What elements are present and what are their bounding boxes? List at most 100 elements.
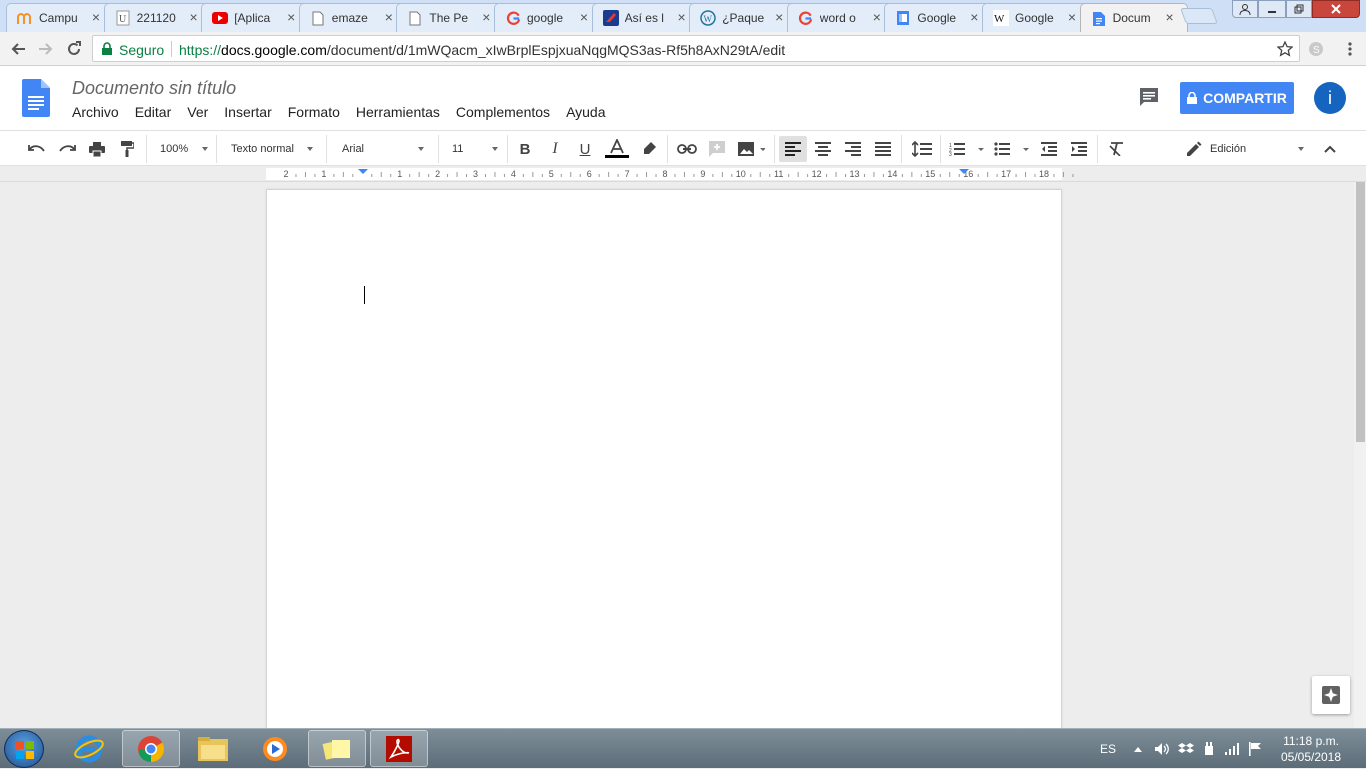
menu-editar[interactable]: Editar <box>135 104 172 120</box>
share-button[interactable]: COMPARTIR <box>1180 82 1294 114</box>
align-right-button[interactable] <box>842 136 864 162</box>
collapse-menus-button[interactable] <box>1320 136 1340 162</box>
comments-icon[interactable] <box>1138 86 1160 108</box>
browser-tab[interactable]: emaze × <box>298 3 407 32</box>
text-color-button[interactable] <box>605 136 629 162</box>
toolbar-separator <box>216 135 217 163</box>
menu-herramientas[interactable]: Herramientas <box>356 104 440 120</box>
action-center-flag-icon[interactable] <box>1248 742 1262 756</box>
browser-tab[interactable]: google × <box>494 3 602 32</box>
close-tab-icon[interactable]: × <box>967 10 981 24</box>
zoom-select[interactable]: 100% <box>160 136 208 162</box>
align-center-button[interactable] <box>812 136 834 162</box>
close-tab-icon[interactable]: × <box>870 10 884 24</box>
editing-mode-select[interactable]: Edición <box>1186 136 1304 162</box>
browser-tab[interactable]: [Aplica × <box>201 3 310 32</box>
account-avatar[interactable]: i <box>1314 82 1346 114</box>
browser-tab[interactable]: Campu × <box>6 3 114 32</box>
numbered-list-button[interactable]: 123 <box>948 136 986 162</box>
google-docs-logo-icon[interactable] <box>22 79 50 117</box>
close-window-button[interactable] <box>1312 0 1360 18</box>
new-tab-button[interactable] <box>1180 8 1218 24</box>
reload-icon <box>68 41 81 55</box>
chrome-menu-button[interactable] <box>1338 37 1362 61</box>
print-button[interactable] <box>86 136 108 162</box>
browser-tab[interactable]: W ¿Paque × <box>689 3 798 32</box>
taskbar-file-explorer[interactable] <box>184 730 242 767</box>
font-size-select[interactable]: 11 <box>452 136 498 162</box>
close-tab-icon[interactable]: × <box>479 10 493 24</box>
browser-tab[interactable]: Docum × <box>1079 3 1188 33</box>
insert-link-button[interactable] <box>676 136 698 162</box>
insert-image-button[interactable] <box>734 136 768 162</box>
close-tab-icon[interactable]: × <box>284 10 298 24</box>
ruler-tick <box>1034 174 1036 177</box>
italic-button[interactable]: I <box>545 136 565 162</box>
taskbar-internet-explorer[interactable] <box>60 730 118 767</box>
menu-archivo[interactable]: Archivo <box>72 104 119 120</box>
taskbar-sticky-notes[interactable] <box>308 730 366 767</box>
maximize-button[interactable] <box>1286 0 1312 18</box>
close-tab-icon[interactable]: × <box>89 10 103 24</box>
dropbox-icon[interactable] <box>1178 742 1195 756</box>
paint-format-button[interactable] <box>116 136 138 162</box>
highlight-color-button[interactable] <box>639 136 659 162</box>
close-tab-icon[interactable]: × <box>577 10 591 24</box>
clear-formatting-button[interactable] <box>1106 136 1128 162</box>
taskbar-media-player[interactable] <box>246 730 304 767</box>
document-title[interactable]: Documento sin título <box>72 78 236 99</box>
increase-indent-button[interactable] <box>1068 136 1090 162</box>
minimize-button[interactable] <box>1258 0 1286 18</box>
menu-complementos[interactable]: Complementos <box>456 104 550 120</box>
underline-button[interactable]: U <box>575 136 595 162</box>
menu-formato[interactable]: Formato <box>288 104 340 120</box>
scrollbar-thumb[interactable] <box>1356 182 1365 442</box>
volume-icon[interactable] <box>1154 742 1170 756</box>
redo-button[interactable] <box>56 136 78 162</box>
address-bar[interactable]: Seguro https://docs.google.com/document/… <box>92 35 1300 62</box>
align-left-button[interactable] <box>779 136 807 162</box>
close-tab-icon[interactable]: × <box>772 10 786 24</box>
decrease-indent-button[interactable] <box>1038 136 1060 162</box>
browser-tab[interactable]: U 221120 × <box>103 3 212 32</box>
power-plug-icon[interactable] <box>1202 742 1216 756</box>
justify-button[interactable] <box>872 136 894 162</box>
taskbar-acrobat-reader[interactable] <box>370 730 428 767</box>
user-profile-button[interactable] <box>1232 0 1258 18</box>
back-button[interactable] <box>6 37 30 61</box>
bulleted-list-button[interactable] <box>993 136 1031 162</box>
forward-button[interactable] <box>34 37 58 61</box>
language-indicator[interactable]: ES <box>1100 742 1116 756</box>
close-tab-icon[interactable]: × <box>1065 10 1079 24</box>
line-spacing-button[interactable] <box>910 136 934 162</box>
browser-tab[interactable]: Así es l × <box>591 3 700 32</box>
undo-button[interactable] <box>26 136 48 162</box>
skype-extension-button[interactable]: S <box>1304 37 1328 61</box>
menu-ver[interactable]: Ver <box>187 104 208 120</box>
browser-tab[interactable]: Google × <box>884 3 993 32</box>
reload-button[interactable] <box>62 37 86 61</box>
browser-tab[interactable]: The Pe × <box>396 3 505 32</box>
show-hidden-icons-icon[interactable] <box>1134 746 1143 752</box>
close-tab-icon[interactable]: × <box>382 10 396 24</box>
bookmark-star-icon[interactable] <box>1277 41 1293 57</box>
insert-comment-button[interactable] <box>706 136 728 162</box>
paragraph-style-select[interactable]: Texto normal <box>231 136 313 162</box>
browser-tab[interactable]: word o × <box>786 3 895 32</box>
system-clock[interactable]: 11:18 p.m. 05/05/2018 <box>1276 733 1346 765</box>
taskbar-chrome[interactable] <box>122 730 180 767</box>
ruler[interactable]: 2 1 1 2 3 4 5 6 7 8 9 10 11 12 13 14 15 16 17 18 <box>0 166 1366 182</box>
browser-tab[interactable]: W Google × <box>982 3 1090 32</box>
close-tab-icon[interactable]: × <box>187 10 201 24</box>
document-page[interactable] <box>266 189 1062 729</box>
start-button[interactable] <box>4 730 44 768</box>
menu-ayuda[interactable]: Ayuda <box>566 104 605 120</box>
explore-button[interactable] <box>1312 676 1350 714</box>
menu-insertar[interactable]: Insertar <box>224 104 271 120</box>
bold-button[interactable]: B <box>515 136 535 162</box>
network-signal-icon[interactable] <box>1224 742 1240 756</box>
vertical-scrollbar[interactable] <box>1354 182 1366 728</box>
close-tab-icon[interactable]: × <box>1163 10 1177 24</box>
close-tab-icon[interactable]: × <box>675 10 689 24</box>
font-select[interactable]: Arial <box>342 136 424 162</box>
